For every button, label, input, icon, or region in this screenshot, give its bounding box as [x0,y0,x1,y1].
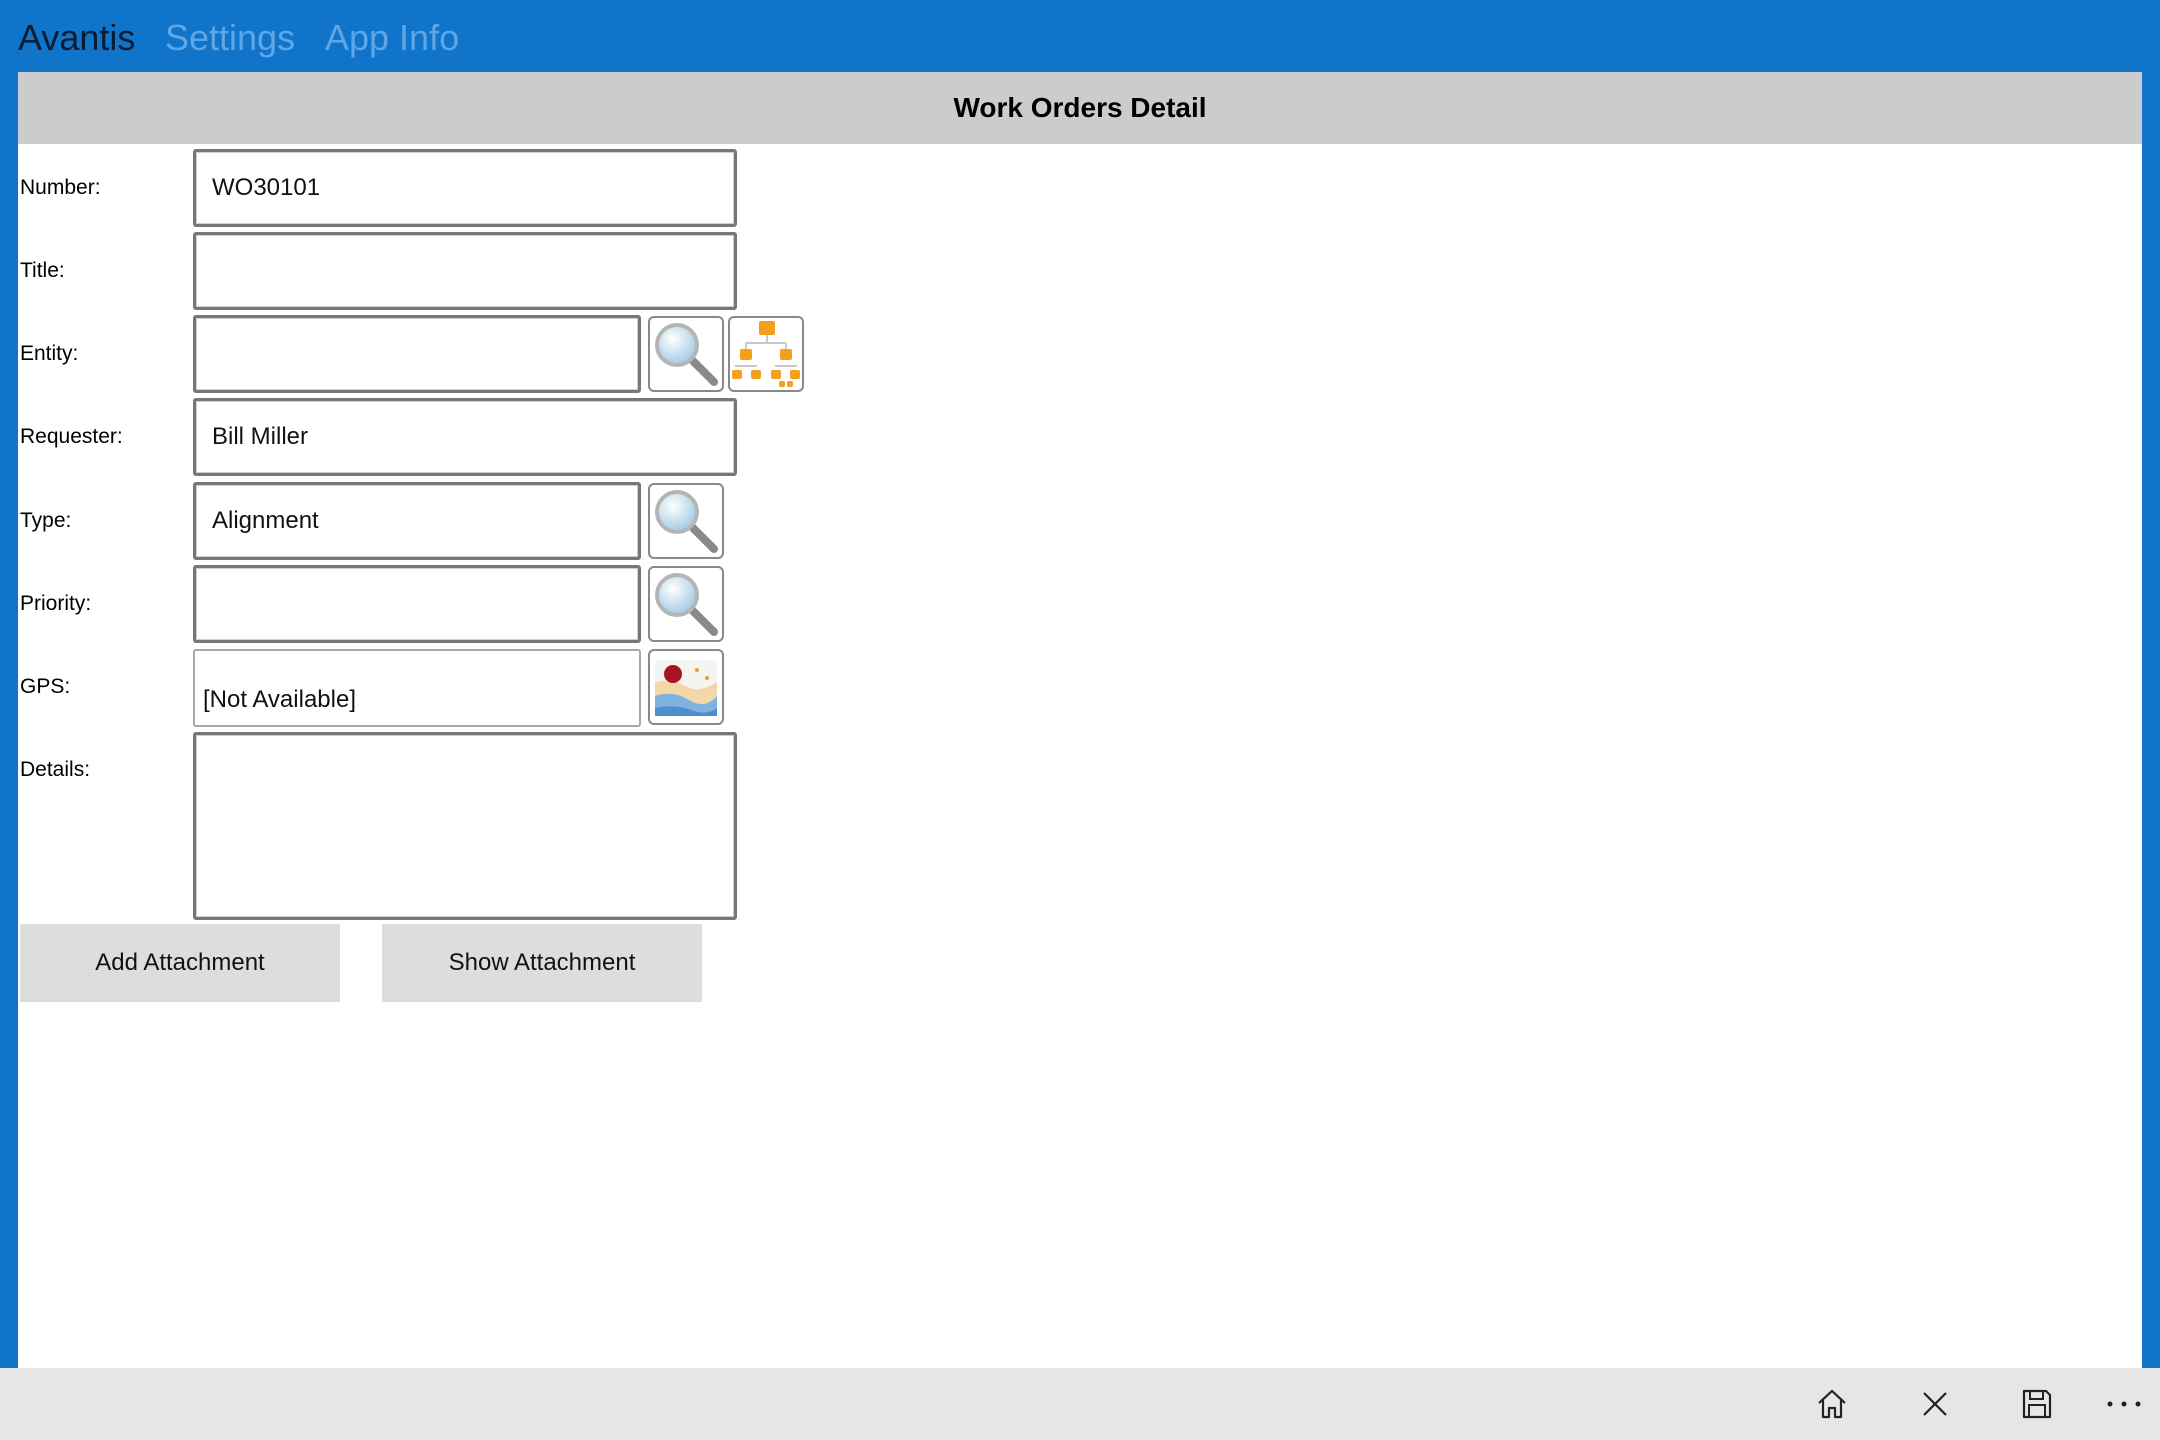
home-button[interactable] [1808,1382,1856,1426]
home-icon [1818,1389,1846,1419]
number-label: Number: [20,176,101,199]
priority-lookup-button[interactable] [648,566,724,642]
close-icon [1923,1392,1947,1416]
magnifier-icon [655,490,718,553]
title-label: Title: [20,259,65,282]
more-icon [2107,1401,2141,1407]
magnifier-icon [655,323,718,386]
type-label: Type: [20,509,72,532]
priority-label: Priority: [20,592,92,615]
entity-lookup-button[interactable] [648,316,724,392]
save-button[interactable] [2013,1382,2061,1426]
details-field[interactable] [193,732,737,920]
save-icon [2022,1389,2052,1419]
requester-field[interactable] [193,398,737,476]
show-attachment-button[interactable]: Show Attachment [382,924,702,1002]
gps-map-button[interactable] [648,649,724,725]
tab-settings[interactable]: Settings [165,14,295,62]
entity-hierarchy-button[interactable] [728,316,804,392]
tab-app-info[interactable]: App Info [325,14,459,62]
entity-field[interactable] [193,315,641,393]
title-field[interactable] [193,232,737,310]
add-attachment-button[interactable]: Add Attachment [20,924,340,1002]
main-content: Work Orders Detail Number: Title: Entity… [18,72,2142,1368]
gps-label: GPS: [20,675,71,698]
tab-avantis[interactable]: Avantis [18,14,135,62]
map-icon [655,660,717,716]
entity-label: Entity: [20,342,79,365]
bottom-app-bar [0,1368,2160,1440]
page-title: Work Orders Detail [18,72,2142,144]
gps-field [193,649,641,727]
close-button[interactable] [1911,1382,1959,1426]
magnifier-icon [655,573,718,636]
hierarchy-icon [732,321,800,387]
top-nav-bar: Avantis Settings App Info [0,0,2160,72]
number-field[interactable] [193,149,737,227]
more-options-button[interactable] [2100,1382,2148,1426]
requester-label: Requester: [20,425,123,448]
type-field[interactable] [193,482,641,560]
priority-field[interactable] [193,565,641,643]
type-lookup-button[interactable] [648,483,724,559]
details-label: Details: [20,758,91,781]
